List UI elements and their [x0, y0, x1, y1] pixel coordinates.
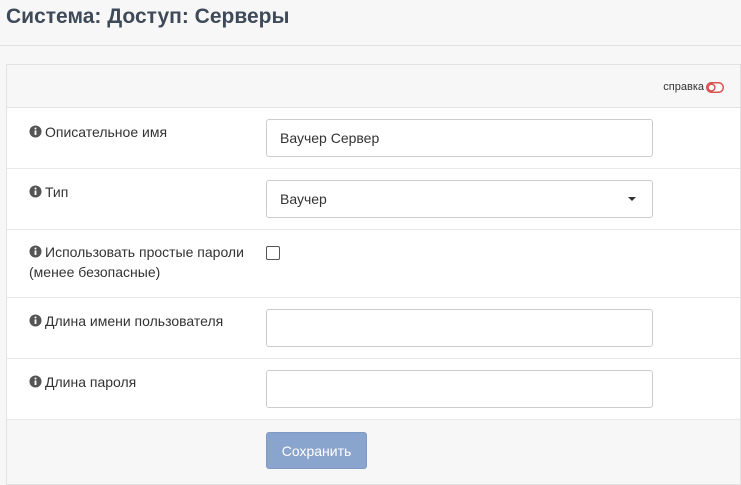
type-label: Тип	[29, 182, 249, 202]
simple-passwords-label: Использовать простые пароли (менее безоп…	[29, 242, 249, 282]
username-length-input[interactable]	[266, 309, 653, 347]
form-row-type: Тип Ваучер	[7, 169, 740, 230]
help-label: справка	[663, 81, 704, 93]
username-length-label: Длина имени пользователя	[29, 311, 249, 331]
save-button[interactable]: Сохранить	[266, 432, 367, 469]
descriptive-name-text: Описательное имя	[45, 124, 168, 140]
form-row-username-length: Длина имени пользователя	[7, 298, 740, 359]
type-text: Тип	[45, 184, 69, 200]
caret-down-icon	[628, 197, 636, 201]
toggle-off-icon	[706, 81, 724, 93]
descriptive-name-input[interactable]	[266, 119, 653, 157]
page-header: Система: Доступ: Серверы	[0, 0, 741, 46]
panel-heading: справка	[7, 65, 740, 108]
page-title: Система: Доступ: Серверы	[6, 5, 290, 28]
form-row-simple-passwords: Использовать простые пароли (менее безоп…	[7, 230, 740, 298]
form-actions: Сохранить	[7, 420, 740, 484]
descriptive-name-label: Описательное имя	[29, 122, 249, 142]
info-circle-icon[interactable]	[29, 245, 42, 258]
info-circle-icon[interactable]	[29, 314, 42, 327]
info-circle-icon[interactable]	[29, 185, 42, 198]
password-length-label: Длина пароля	[29, 372, 249, 392]
username-length-text: Длина имени пользователя	[45, 313, 224, 329]
type-select[interactable]: Ваучер	[266, 180, 653, 218]
form-row-descriptive-name: Описательное имя	[7, 108, 740, 169]
form-row-password-length: Длина пароля	[7, 359, 740, 420]
simple-passwords-text: Использовать простые пароли (менее безоп…	[29, 244, 244, 280]
simple-passwords-checkbox[interactable]	[266, 246, 280, 260]
type-select-value: Ваучер	[280, 191, 327, 207]
password-length-text: Длина пароля	[45, 374, 137, 390]
info-circle-icon[interactable]	[29, 375, 42, 388]
info-circle-icon[interactable]	[29, 125, 42, 138]
help-toggle[interactable]: справка	[663, 81, 724, 93]
settings-panel: справка Описательное имя Тип Вауч	[6, 64, 741, 485]
password-length-input[interactable]	[266, 370, 653, 408]
